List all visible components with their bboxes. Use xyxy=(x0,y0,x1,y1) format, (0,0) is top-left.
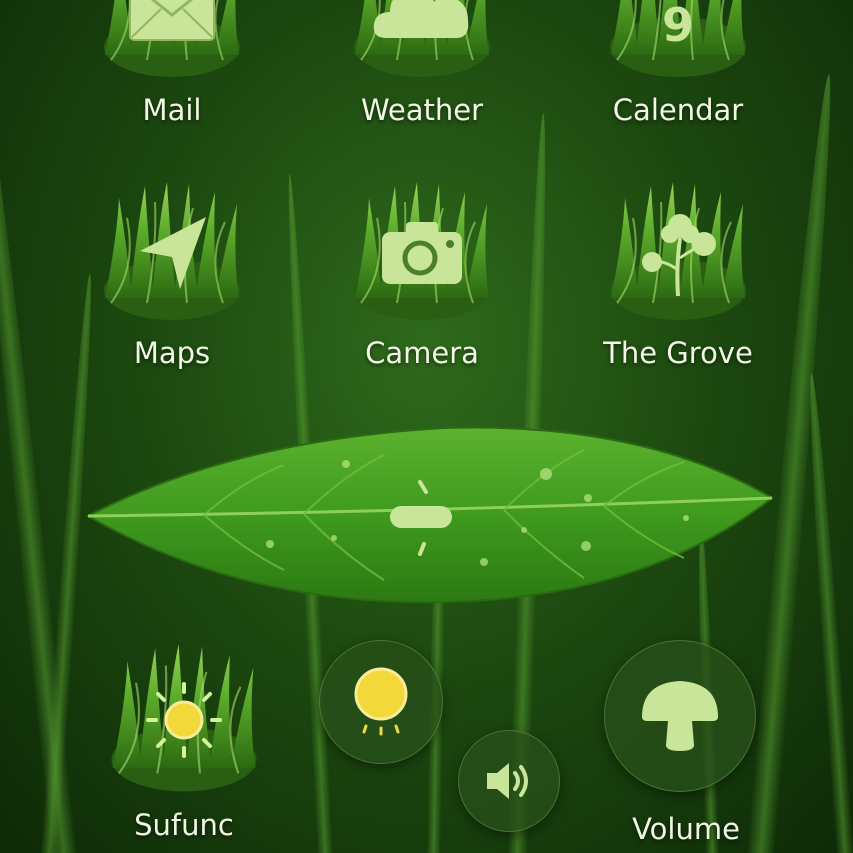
sun-dial-icon xyxy=(354,667,408,736)
speaker-icon xyxy=(487,763,528,799)
leaf-widget[interactable] xyxy=(84,420,774,610)
mushroom-icon xyxy=(642,681,718,751)
arrow-pointer-icon xyxy=(140,217,206,289)
app-tile xyxy=(97,0,247,85)
app-mail[interactable]: Mail xyxy=(72,0,272,127)
app-tile xyxy=(603,178,753,328)
volume-speaker-button[interactable] xyxy=(458,730,560,832)
app-camera[interactable]: Camera xyxy=(322,178,522,370)
camera-icon xyxy=(382,222,462,284)
app-maps[interactable]: Maps xyxy=(72,178,272,370)
app-weather[interactable]: Weather xyxy=(322,0,522,127)
app-tile: 9 xyxy=(603,0,753,85)
app-tile xyxy=(347,178,497,328)
app-label: Weather xyxy=(360,93,484,127)
app-tile xyxy=(347,0,497,85)
grass-blade xyxy=(0,53,79,853)
app-tile xyxy=(97,178,247,328)
leaf-handle[interactable] xyxy=(390,506,452,528)
app-label: Maps xyxy=(133,336,211,370)
app-calendar[interactable]: 9 Calendar xyxy=(578,0,778,127)
app-sufunc[interactable]: Sufunc xyxy=(84,640,284,842)
calendar-icon: 9 xyxy=(662,0,694,52)
grass-blade xyxy=(802,372,853,853)
app-label: Sufunc xyxy=(134,808,234,842)
herb-icon xyxy=(642,214,716,297)
app-label: Calendar xyxy=(612,93,744,127)
volume-button[interactable] xyxy=(604,640,756,792)
cloud-icon xyxy=(373,0,469,38)
volume-label: Volume xyxy=(632,812,740,846)
app-label: The Grove xyxy=(603,336,753,370)
brightness-button[interactable] xyxy=(319,640,443,764)
app-tile xyxy=(104,640,264,800)
app-label: Camera xyxy=(365,336,479,370)
sun-icon xyxy=(146,682,222,758)
leaf-icon xyxy=(85,426,774,604)
app-the-grove[interactable]: The Grove xyxy=(578,178,778,370)
app-label: Mail xyxy=(142,93,202,127)
calendar-day: 9 xyxy=(661,0,695,52)
envelope-icon xyxy=(129,0,215,41)
